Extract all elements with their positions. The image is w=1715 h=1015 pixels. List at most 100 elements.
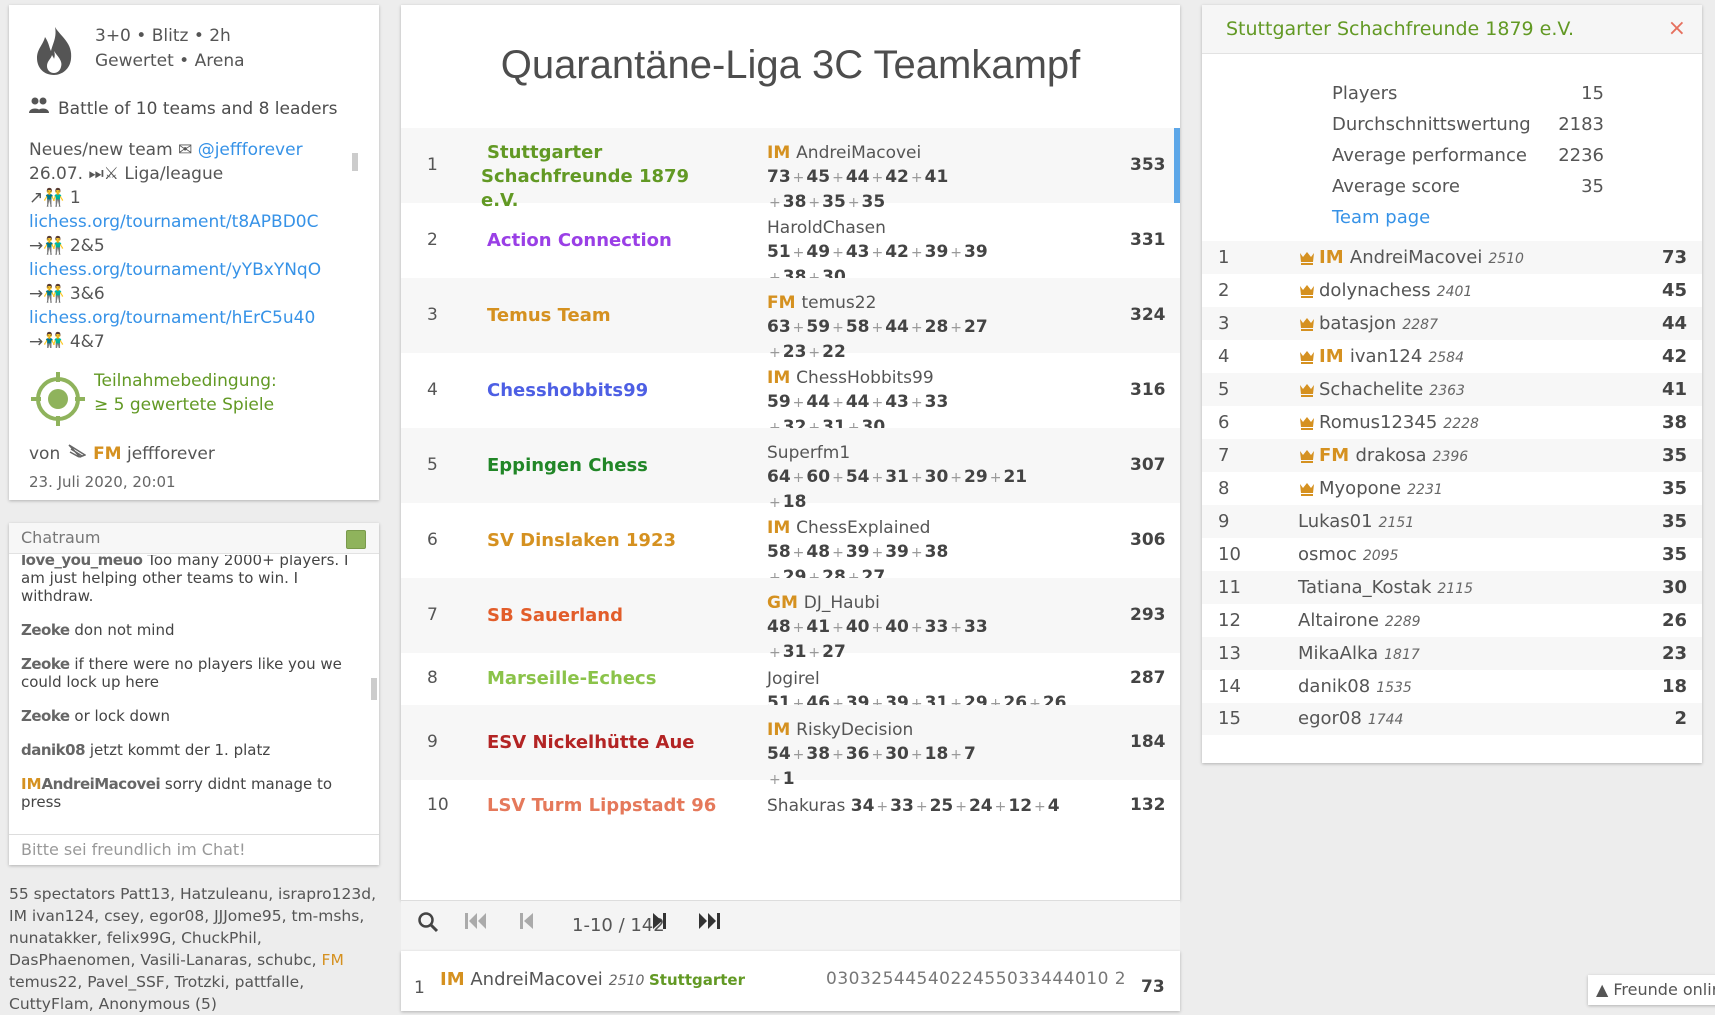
member-name[interactable]: batasjon 2287 [1319,307,1438,342]
leader-name[interactable]: Superfm1 [767,443,850,463]
chat-username[interactable]: Zeoke [21,621,70,639]
description-link[interactable]: @jeffforever [198,140,303,160]
member-name[interactable]: Schachelite 2363 [1319,373,1465,408]
team-name[interactable]: SV Dinslaken 1923 [487,529,727,553]
leader-name[interactable]: Jogirel [767,669,820,689]
rated-line: Gewertet • Arena [95,51,245,71]
team-name[interactable]: ESV Nickelhütte Aue [487,731,727,755]
chat-text: jetzt kommt der 1. platz [89,741,271,759]
chat-messages: love_you_meuo Too many 2000+ players. I … [21,555,366,827]
member-score: 24 [968,796,993,816]
standing-row[interactable]: 8 Marseille-Echecs Jogirel 51 +46 +39 +39 +31 +… [401,653,1180,713]
member-name[interactable]: Tatiana_Kostak 2115 [1298,571,1473,606]
chat-toggle-checkbox[interactable] [346,530,366,549]
leader-name[interactable]: AndreiMacovei [796,143,921,163]
description-link[interactable]: lichess.org/tournament/yYBxYNqO [29,258,359,282]
leader-name[interactable]: Shakuras [767,796,851,816]
team-member-row[interactable]: 14 danik08 1535 18 [1202,670,1702,703]
standing-row[interactable]: 3 Temus Team FM temus22 63 +59 +58 +44 +28 +27 +… [401,278,1180,362]
team-member-row[interactable]: 3 batasjon 2287 44 [1202,307,1702,340]
chat-username[interactable]: danik08 [21,741,86,759]
team-member-row[interactable]: 9 Lukas01 2151 35 [1202,505,1702,538]
member-name[interactable]: dolynachess 2401 [1319,274,1472,309]
member-name[interactable]: Altairone 2289 [1298,604,1421,639]
member-name[interactable]: IM AndreiMacovei 2510 [1319,241,1524,276]
member-name[interactable]: osmoc 2095 [1298,538,1398,573]
standing-row[interactable]: 2 Action Connection HaroldChasen 51 +49 +43 +… [401,203,1180,287]
team-member-row[interactable]: 4 IM ivan124 2584 42 [1202,340,1702,373]
team-member-row[interactable]: 8 Myopone 2231 35 [1202,472,1702,505]
member-name[interactable]: Myopone 2231 [1319,472,1443,507]
team-member-row[interactable]: 15 egor08 1744 2 [1202,703,1702,735]
standing-row[interactable]: 9 ESV Nickelhütte Aue IM RiskyDecision 54 +… [401,705,1180,789]
team-name[interactable]: Eppingen Chess [487,454,727,478]
standing-row[interactable]: 7 SB Sauerland GM DJ_Haubi 48 +41 +40 +40 +33 +… [401,578,1180,662]
standing-row[interactable]: 5 Eppingen Chess Superfm1 64 +60 +54 +31 +30 +2… [401,428,1180,512]
member-name[interactable]: danik08 1535 [1298,670,1412,705]
player-team[interactable]: Stuttgarter [649,971,745,989]
description-link[interactable]: lichess.org/tournament/t8APBD0C [29,210,359,234]
team-member-row[interactable]: 6 Romus12345 2228 38 [1202,406,1702,439]
member-rank: 4 [1218,346,1230,367]
close-icon[interactable]: × [1668,5,1686,53]
description-link[interactable]: lichess.org/tournament/hErC5u40 [29,306,359,330]
chat-username[interactable]: AndreiMacovei [42,775,161,793]
member-score: 59 [806,317,831,337]
leader-name[interactable]: ChessHobbits99 [796,368,933,388]
leader-name[interactable]: temus22 [801,293,876,313]
chat-input[interactable]: Bitte sei freundlich im Chat! [9,834,379,865]
chat-scrollbar[interactable] [371,678,377,700]
leader-name[interactable]: DJ_Haubi [804,593,880,613]
standing-row[interactable]: 4 Chesshobbits99 IM ChessHobbits99 59 +44 +4… [401,353,1180,437]
plus-sign: + [1034,799,1046,815]
player-standing-row[interactable]: 1 IM AndreiMacovei 2510 Stuttgarter 03032… [401,951,1180,1011]
next-page-icon[interactable] [651,911,667,937]
leader-name[interactable]: RiskyDecision [796,720,913,740]
member-username: Lukas01 [1298,511,1373,532]
team-name[interactable]: Temus Team [487,304,727,328]
team-member-row[interactable]: 13 MikaAlka 1817 23 [1202,637,1702,670]
friends-online-button[interactable]: ▲ Freunde onlir [1588,975,1715,1005]
leader-name[interactable]: ChessExplained [796,518,930,538]
team-name[interactable]: Chesshobbits99 [487,379,727,403]
team-member-row[interactable]: 7 FM drakosa 2396 35 [1202,439,1702,472]
chat-message: Zeoke if there were no players like you … [21,655,366,691]
member-rating: 2510 [1488,251,1524,267]
team-member-row[interactable]: 1 IM AndreiMacovei 2510 73 [1202,241,1702,274]
team-member-row[interactable]: 10 osmoc 2095 35 [1202,538,1702,571]
member-name[interactable]: IM ivan124 2584 [1319,340,1464,375]
team-member-row[interactable]: 12 Altairone 2289 26 [1202,604,1702,637]
member-name[interactable]: Lukas01 2151 [1298,505,1414,540]
chat-username[interactable]: Zeoke [21,707,70,725]
member-name[interactable]: egor08 1744 [1298,703,1403,736]
member-rank: 13 [1218,643,1241,664]
chat-username[interactable]: love_you_meuo [21,555,143,569]
member-score: 2 [1674,708,1687,729]
creator-link[interactable]: jeffforever [127,444,215,464]
team-name[interactable]: SB Sauerland [487,604,727,628]
member-name[interactable]: Romus12345 2228 [1319,406,1479,441]
first-page-icon[interactable] [464,911,488,937]
standing-row[interactable]: 10 LSV Turm Lippstadt 96 Shakuras 34 +33 +25… [401,780,1180,832]
team-page-link[interactable]: Team page [1332,207,1430,228]
standing-row[interactable]: 1 Stuttgarter Schachfreunde 1879 e.V. IM A… [401,128,1180,212]
by-label: von [29,444,61,464]
player-name[interactable]: IM AndreiMacovei 2510 [440,969,644,990]
team-total: 293 [1130,604,1166,625]
team-name[interactable]: Marseille-Echecs [487,667,727,691]
standing-row[interactable]: 6 SV Dinslaken 1923 IM ChessExplained 58 +4… [401,503,1180,587]
team-name[interactable]: LSV Turm Lippstadt 96 [487,794,727,818]
last-page-icon[interactable] [697,911,721,937]
member-name[interactable]: MikaAlka 1817 [1298,637,1420,672]
team-member-row[interactable]: 2 dolynachess 2401 45 [1202,274,1702,307]
description-scrollbar[interactable] [352,153,358,171]
previous-page-icon[interactable] [519,911,535,937]
chat-username[interactable]: Zeoke [21,655,70,673]
member-rating: 2228 [1443,416,1479,432]
search-icon[interactable] [417,911,439,939]
team-member-row[interactable]: 5 Schachelite 2363 41 [1202,373,1702,406]
member-name[interactable]: FM drakosa 2396 [1319,439,1468,474]
leader-name[interactable]: HaroldChasen [767,218,886,238]
team-member-row[interactable]: 11 Tatiana_Kostak 2115 30 [1202,571,1702,604]
team-name[interactable]: Action Connection [487,229,727,253]
